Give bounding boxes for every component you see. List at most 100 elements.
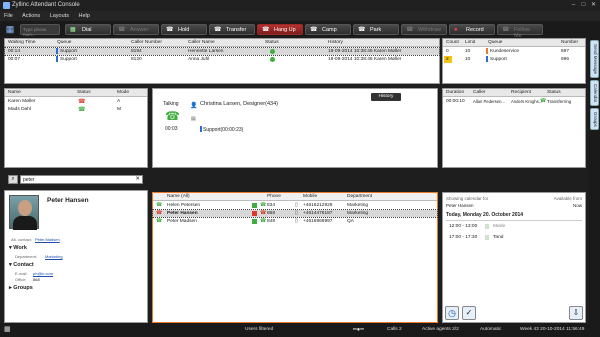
menu-file[interactable]: File [4, 13, 13, 19]
waiting-time: 00:07 [8, 57, 21, 62]
directory-mobile[interactable]: +4616968997 [303, 219, 332, 224]
col-queue[interactable]: Queue [57, 40, 71, 45]
col-number[interactable]: Number [561, 40, 578, 45]
agents-header: Name Status Mode [5, 89, 147, 97]
col-queue[interactable]: Queue [488, 40, 502, 45]
table-row[interactable]: 00:07 Support 8120 Anna Juhl 19-09-2014 … [5, 56, 439, 63]
list-item[interactable]: 00:00:10 Allan Pedersen... Anders Kroghs… [443, 98, 585, 105]
col-caller[interactable]: Caller [473, 90, 486, 95]
col-caller-name[interactable]: Caller Name [188, 40, 215, 45]
checkmark-icon[interactable]: ✓ [462, 306, 476, 320]
col-count[interactable]: Count [446, 40, 459, 45]
col-status[interactable]: Status [265, 40, 279, 45]
maximize-icon[interactable]: □ [579, 1, 588, 9]
menu-help[interactable]: Help [78, 13, 89, 19]
clock-icon[interactable]: ◷ [445, 306, 459, 320]
calendar-entry-text[interactable]: Møde [493, 224, 505, 229]
queue-count: 2 [444, 56, 452, 63]
col-duration[interactable]: Duration [446, 90, 464, 95]
waiting-calls-panel: Waiting Time Queue Caller Number Caller … [4, 38, 440, 84]
directory-phone[interactable]: 848 [267, 219, 275, 224]
call-queue: Support(00:00:23) [203, 127, 244, 133]
directory-phone[interactable]: 834 [267, 203, 275, 208]
queue-color-bar [486, 56, 488, 62]
col-mode[interactable]: Mode [117, 90, 129, 95]
directory-name: Peter Madsen [167, 219, 197, 224]
directory-department: Marketing [347, 203, 369, 208]
alt-contact-label: Alt. contact: [11, 237, 32, 242]
record-button[interactable]: ● Record [449, 24, 495, 35]
close-icon[interactable]: ✕ [589, 1, 598, 9]
caller-name: Anna Juhl [188, 57, 210, 62]
caller-number: 8120 [131, 57, 142, 62]
tab-send-message[interactable]: Send Message [590, 40, 599, 78]
camp-icon: ☎ [310, 27, 318, 33]
calendar-entry-text[interactable]: Tand [493, 235, 503, 240]
list-item[interactable]: 2 10 Support 696 [443, 56, 585, 63]
queue-number: 697 [561, 49, 570, 54]
alt-contact-link[interactable]: Peter.Madsen [35, 237, 60, 242]
park-button[interactable]: ☎ Park [353, 24, 399, 35]
col-status[interactable]: Status [77, 90, 91, 95]
queue-overview-panel: Count Limit Queue Number 0 10 Kundeservi… [442, 38, 586, 84]
dial-icon: ▦ [70, 27, 76, 33]
menu-layouts[interactable]: Layouts [50, 13, 69, 19]
phone-status-icon: ☎ [156, 218, 163, 224]
park-icon: ☎ [358, 27, 366, 33]
follow-me-button[interactable]: ☎ Follow Me [497, 24, 543, 39]
col-name[interactable]: Name [8, 90, 21, 95]
transfer-label: Transfer [226, 27, 247, 33]
menu-bar: File Actions Layouts Help [0, 11, 600, 21]
directory-mobile[interactable]: +4614476187 [303, 211, 332, 216]
calendar-panel: Showing calendar for Peter Hansen Availa… [442, 192, 586, 323]
tab-groups[interactable]: Groups [590, 108, 599, 130]
grid-icon[interactable]: ▦ [4, 24, 16, 35]
mobile-icon: ▯ [295, 202, 298, 208]
available-value: Now [572, 203, 582, 208]
directory-phone[interactable]: 868 [267, 211, 275, 216]
hang-up-button[interactable]: ☎ Hang Up [257, 24, 303, 35]
directory-mobile[interactable]: +4616212928 [303, 203, 332, 208]
clear-search-icon[interactable]: ✕ [135, 176, 140, 182]
grid-menu-icon[interactable]: ▦ [4, 325, 11, 333]
table-row[interactable]: ☎ Helen Petersen ☎ 834 ▯ +4616212928 Mar… [153, 202, 437, 209]
withdraw-button[interactable]: ☎ Withdraw [401, 24, 447, 35]
phone-number-input[interactable]: Type phone num... [20, 24, 60, 37]
col-name-all[interactable]: Name (All) [167, 194, 190, 199]
table-row[interactable]: ☎ Peter Madsen ☎ 848 ▯ +4616968997 QA [153, 218, 437, 225]
col-phone[interactable]: Phone [267, 194, 281, 199]
hold-button[interactable]: ☎ Hold [161, 24, 207, 35]
department-link[interactable]: Marketing [45, 254, 63, 259]
minimize-icon[interactable]: – [569, 1, 578, 9]
history-button[interactable]: History [371, 93, 401, 101]
email-link[interactable]: ph@ic.com [33, 271, 53, 276]
contact-panel: Peter Hansen Alt. contact: Peter.Madsen … [4, 190, 148, 323]
col-caller-number[interactable]: Caller Number [131, 40, 162, 45]
contact-section-toggle[interactable]: ▾ Contact [9, 262, 34, 268]
dial-button[interactable]: ▦ Dial [65, 24, 111, 35]
on-call-icon: ☎ [78, 99, 86, 105]
table-row[interactable]: 00:14 Support 8194 Henriette Larsen 19-0… [4, 47, 440, 56]
camp-button[interactable]: ☎ Camp [305, 24, 351, 35]
table-row[interactable]: ☎ Peter Hansen ☎ 868 ▯ +4614476187 Marke… [152, 209, 438, 218]
col-recipient[interactable]: Recipient [511, 90, 531, 95]
list-item[interactable]: Mads Dahl ☎ M [5, 106, 147, 113]
list-item[interactable]: Karen Møller ☎ A [5, 98, 147, 105]
col-status[interactable]: Status [547, 90, 561, 95]
col-history[interactable]: History [328, 40, 343, 45]
hold-icon: ☎ [166, 27, 174, 33]
search-icon[interactable]: ⌕ [8, 175, 18, 184]
answer-button[interactable]: ☎ Answer [113, 24, 159, 35]
search-input[interactable]: peter ✕ [20, 175, 143, 184]
col-limit[interactable]: Limit [465, 40, 475, 45]
menu-actions[interactable]: Actions [22, 13, 40, 19]
list-item[interactable]: 0 10 Kundeservice 697 [443, 48, 585, 55]
col-mobile[interactable]: Mobile [303, 194, 317, 199]
col-waiting-time[interactable]: Waiting Time [8, 40, 36, 45]
export-icon[interactable]: ⇩ [569, 306, 583, 320]
work-section-toggle[interactable]: ▾ Work [9, 245, 27, 251]
col-department[interactable]: Department [347, 194, 372, 199]
tab-calendar[interactable]: Calendar [590, 80, 599, 106]
groups-section-toggle[interactable]: ▸ Groups [9, 285, 33, 291]
transfer-button[interactable]: ☎ Transfer [209, 24, 255, 35]
